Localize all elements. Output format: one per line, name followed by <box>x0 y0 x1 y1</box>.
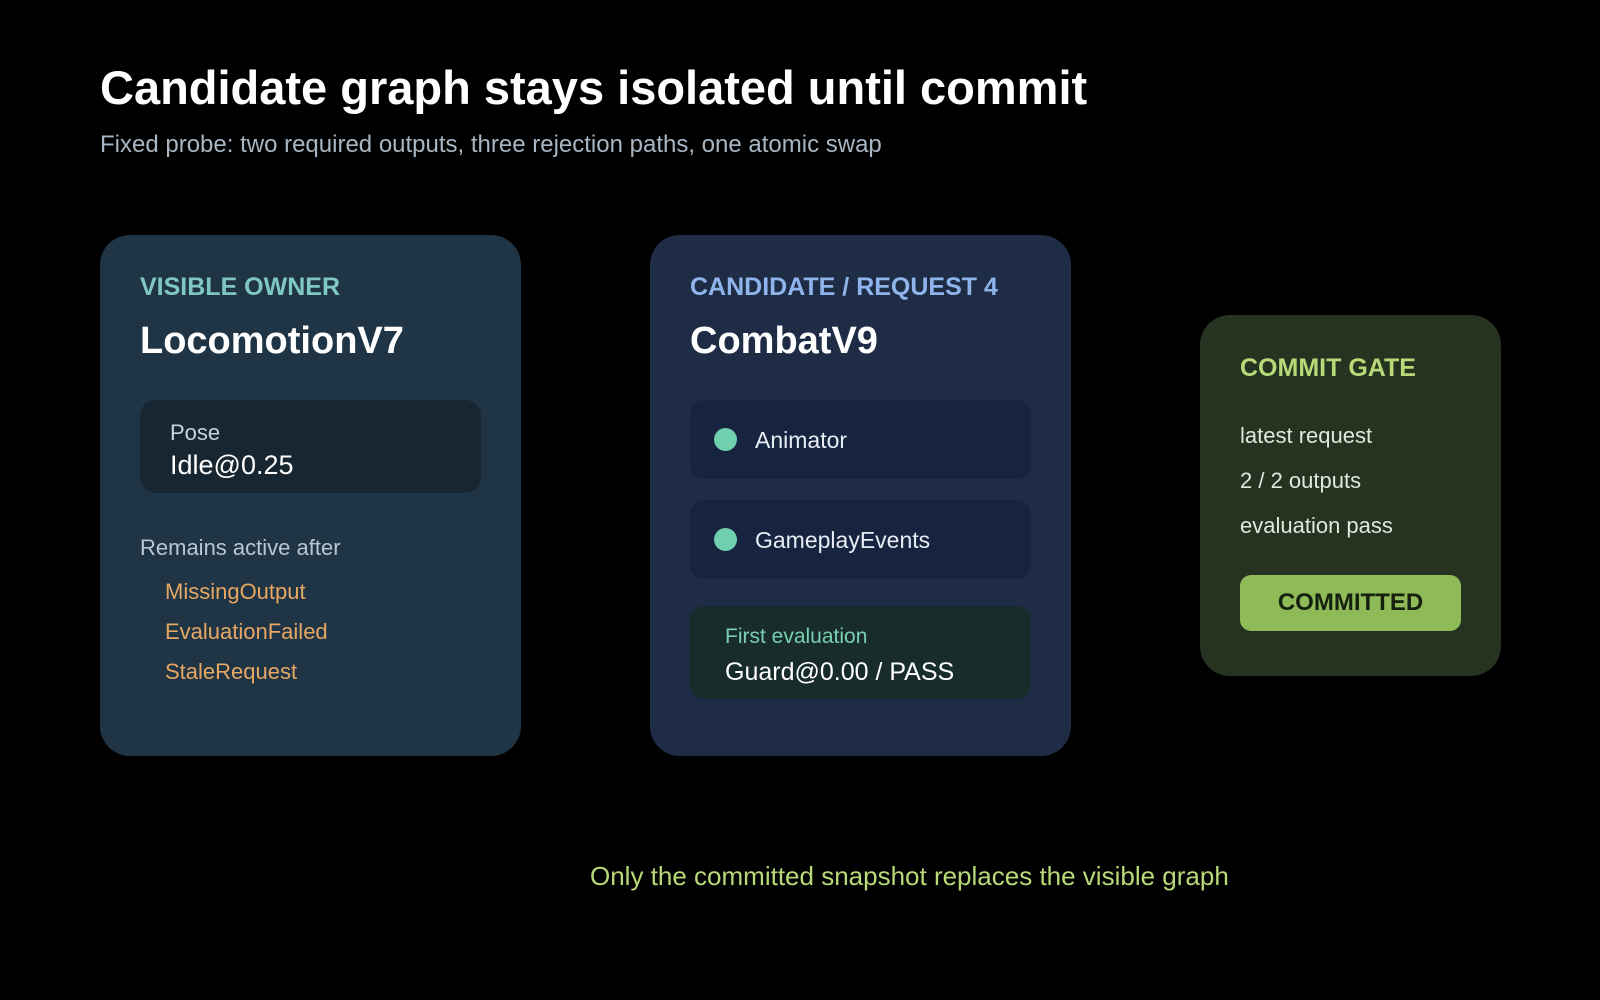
commit-gate-heading: COMMIT GATE <box>1240 354 1416 382</box>
pose-value: Idle@0.25 <box>170 450 294 480</box>
gate-check: 2 / 2 outputs <box>1240 468 1362 493</box>
output-row-gameplay-events: GameplayEvents <box>690 500 1031 579</box>
page-title: Candidate graph stays isolated until com… <box>100 61 1088 114</box>
diagram-canvas: Candidate graph stays isolated until com… <box>0 0 1600 1000</box>
status-dot-icon <box>714 428 737 451</box>
rejection-reason: MissingOutput <box>165 579 306 604</box>
remains-active-label: Remains active after <box>140 535 341 560</box>
candidate-card: CANDIDATE / REQUEST 4 CombatV9 Animator … <box>650 235 1071 756</box>
gate-check: latest request <box>1240 423 1373 448</box>
gate-check: evaluation pass <box>1240 513 1393 538</box>
evaluation-value: Guard@0.00 / PASS <box>725 658 955 686</box>
visible-owner-name: LocomotionV7 <box>140 320 404 362</box>
footer-note: Only the committed snapshot replaces the… <box>590 861 1229 891</box>
rejection-reason: StaleRequest <box>165 659 298 684</box>
commit-gate-card: COMMIT GATE latest request 2 / 2 outputs… <box>1200 315 1501 676</box>
rejection-reason: EvaluationFailed <box>165 619 328 644</box>
visible-owner-card: VISIBLE OWNER LocomotionV7 Pose Idle@0.2… <box>100 235 521 756</box>
evaluation-label: First evaluation <box>725 625 868 648</box>
output-row-animator: Animator <box>690 400 1031 479</box>
pose-box: Pose Idle@0.25 <box>140 400 481 493</box>
output-label: GameplayEvents <box>755 527 931 553</box>
committed-button[interactable]: COMMITTED <box>1240 575 1461 631</box>
status-dot-icon <box>714 528 737 551</box>
output-label: Animator <box>755 427 848 453</box>
visible-owner-heading: VISIBLE OWNER <box>140 273 341 301</box>
pose-label: Pose <box>170 420 221 445</box>
candidate-heading: CANDIDATE / REQUEST 4 <box>690 273 998 301</box>
first-evaluation-box: First evaluation Guard@0.00 / PASS <box>690 606 1031 699</box>
candidate-name: CombatV9 <box>690 320 878 362</box>
page-subtitle: Fixed probe: two required outputs, three… <box>100 131 882 158</box>
